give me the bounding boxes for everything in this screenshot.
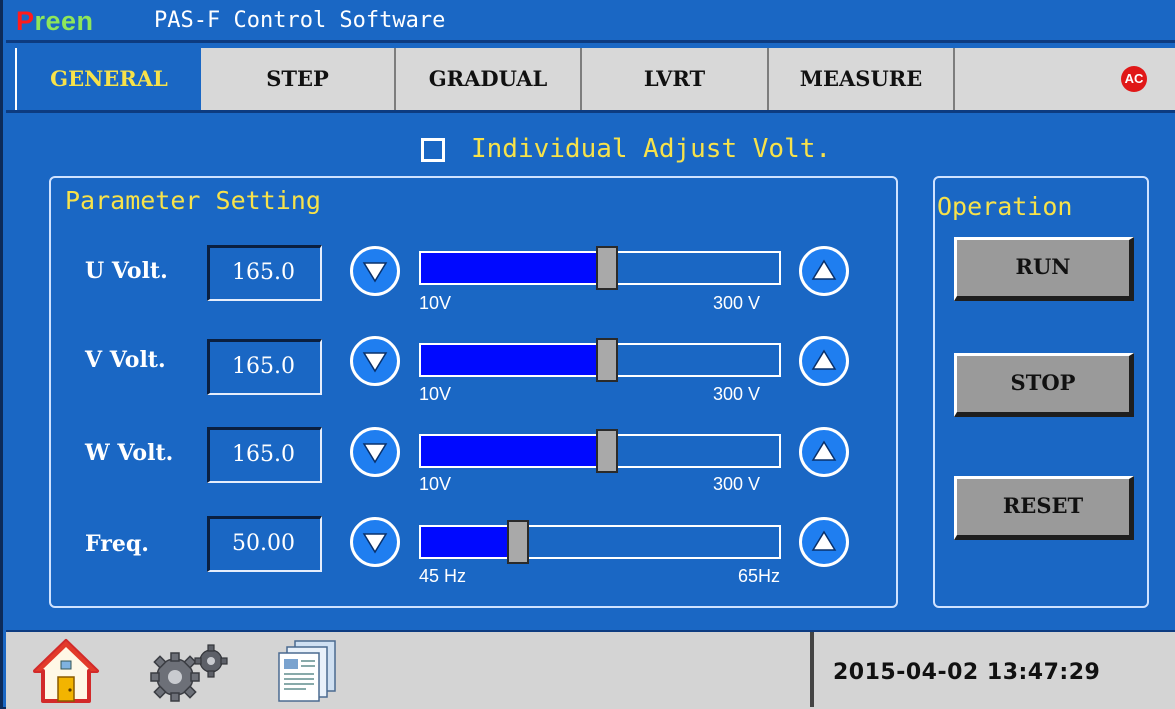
slider-thumb[interactable] xyxy=(506,520,529,564)
v-volt-input[interactable]: 165.0 xyxy=(207,339,322,395)
v-volt-increase-button[interactable] xyxy=(799,336,849,386)
v-volt-max-label: 300 V xyxy=(713,384,761,404)
w-volt-slider[interactable] xyxy=(419,429,781,473)
individual-adjust-label: Individual Adjust Volt. xyxy=(471,134,832,164)
w-volt-max-label: 300 V xyxy=(713,474,761,494)
app-window: Preen PAS-F Control Software GENERAL STE… xyxy=(0,0,1175,709)
reset-button[interactable]: RESET xyxy=(954,476,1134,540)
slider-thumb[interactable] xyxy=(596,246,619,290)
tab-bar: GENERAL STEP GRADUAL LVRT MEASURE xyxy=(15,48,1175,110)
u-volt-min-label: 10V xyxy=(419,293,452,313)
freq-min-label: 45 Hz xyxy=(419,566,467,586)
settings-gears-icon[interactable] xyxy=(143,641,239,707)
u-volt-label: U Volt. xyxy=(85,258,168,284)
run-button[interactable]: RUN xyxy=(954,237,1134,301)
v-volt-decrease-button[interactable] xyxy=(350,336,400,386)
brand-logo-rest: reen xyxy=(34,6,94,36)
u-volt-input[interactable]: 165.0 xyxy=(207,245,322,301)
w-volt-decrease-button[interactable] xyxy=(350,427,400,477)
w-volt-min-label: 10V xyxy=(419,474,452,494)
checkbox-box[interactable] xyxy=(421,138,445,162)
arrow-down-icon xyxy=(362,262,388,283)
slider-fill xyxy=(421,253,608,283)
tab-gradual[interactable]: GRADUAL xyxy=(396,48,582,110)
tab-step[interactable]: STEP xyxy=(201,48,396,110)
arrow-up-icon xyxy=(811,349,837,370)
tab-lvrt[interactable]: LVRT xyxy=(582,48,769,110)
freq-slider[interactable] xyxy=(419,520,781,564)
w-volt-input[interactable]: 165.0 xyxy=(207,427,322,483)
datetime-display: 2015-04-02 13:47:29 xyxy=(833,660,1101,685)
slider-thumb[interactable] xyxy=(596,429,619,473)
arrow-up-icon xyxy=(811,530,837,551)
tab-measure[interactable]: MEASURE xyxy=(769,48,955,110)
v-volt-slider[interactable] xyxy=(419,338,781,382)
arrow-down-icon xyxy=(362,352,388,373)
slider-thumb[interactable] xyxy=(596,338,619,382)
freq-input[interactable]: 50.00 xyxy=(207,516,322,572)
freq-max-label: 65Hz xyxy=(738,566,781,586)
slider-fill xyxy=(421,527,518,557)
slider-fill xyxy=(421,436,608,466)
ac-status-badge: AC xyxy=(1121,66,1147,92)
w-volt-increase-button[interactable] xyxy=(799,427,849,477)
arrow-down-icon xyxy=(362,443,388,464)
title-bar: Preen PAS-F Control Software xyxy=(6,0,1175,43)
arrow-down-icon xyxy=(362,533,388,554)
u-volt-max-label: 300 V xyxy=(713,293,761,313)
brand-logo: Preen xyxy=(16,6,94,37)
freq-label: Freq. xyxy=(85,531,149,557)
slider-fill xyxy=(421,345,608,375)
parameter-setting-title: Parameter Setting xyxy=(65,186,321,215)
u-volt-increase-button[interactable] xyxy=(799,246,849,296)
documents-icon[interactable] xyxy=(275,637,349,707)
brand-logo-p: P xyxy=(16,6,35,36)
v-volt-label: V Volt. xyxy=(85,347,166,373)
stop-button[interactable]: STOP xyxy=(954,353,1134,417)
home-icon[interactable] xyxy=(31,637,101,709)
freq-decrease-button[interactable] xyxy=(350,517,400,567)
u-volt-decrease-button[interactable] xyxy=(350,246,400,296)
operation-title: Operation xyxy=(937,192,1073,221)
status-bar-divider xyxy=(810,632,814,707)
app-title: PAS-F Control Software xyxy=(154,8,446,33)
u-volt-slider[interactable] xyxy=(419,246,781,290)
w-volt-label: W Volt. xyxy=(85,440,174,466)
arrow-up-icon xyxy=(811,440,837,461)
freq-increase-button[interactable] xyxy=(799,517,849,567)
arrow-up-icon xyxy=(811,259,837,280)
tab-bar-underline xyxy=(6,110,1175,113)
v-volt-min-label: 10V xyxy=(419,384,452,404)
tab-general[interactable]: GENERAL xyxy=(17,48,201,110)
